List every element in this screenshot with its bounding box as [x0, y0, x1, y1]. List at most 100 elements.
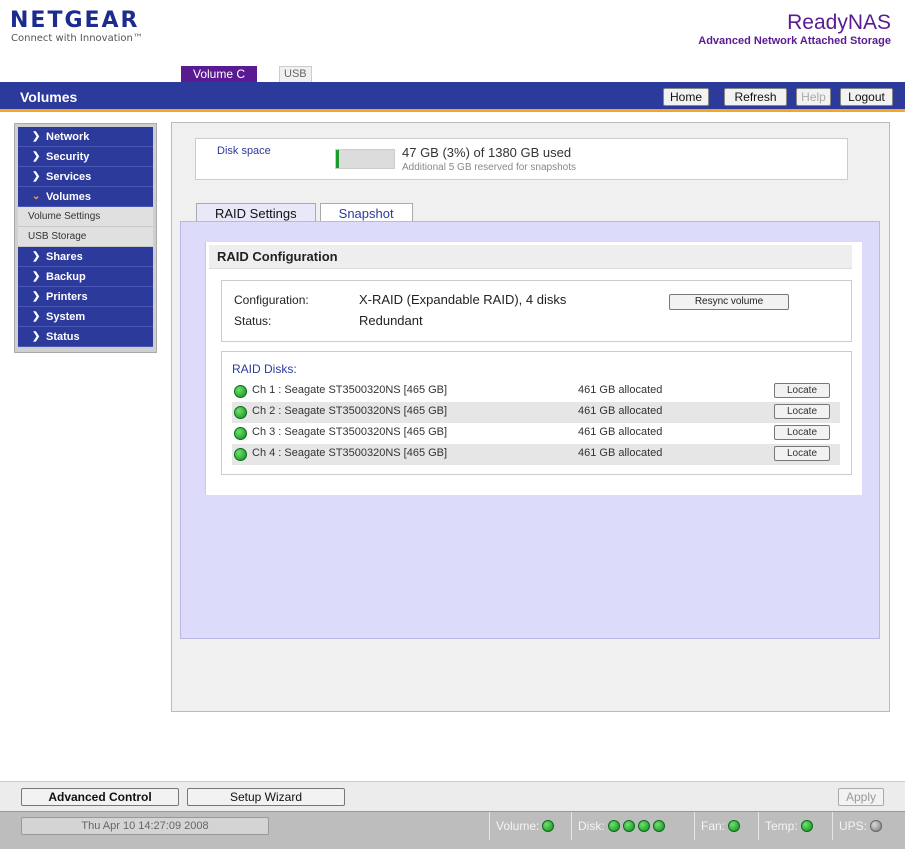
disk-status-led-icon	[234, 427, 247, 440]
disk-status-led-icon	[234, 406, 247, 419]
sidebar-item-backup[interactable]: ❯ Backup	[18, 267, 153, 287]
raid-config-section: Configuration: X-RAID (Expandable RAID),…	[221, 280, 852, 342]
chevron-right-icon: ❯	[32, 151, 41, 162]
sidebar-subitem-usb-storage[interactable]: USB Storage	[18, 227, 153, 247]
netgear-logo: NETGEAR	[10, 8, 140, 33]
raid-disks-title: RAID Disks:	[232, 362, 297, 376]
raid-configuration-box: RAID Configuration Configuration: X-RAID…	[205, 242, 862, 495]
header: NETGEAR Connect with Innovation™ ReadyNA…	[0, 0, 905, 83]
disk-allocated: 461 GB allocated	[578, 384, 663, 396]
disk-space-label: Disk space	[217, 145, 271, 157]
raid-configuration-heading: RAID Configuration	[209, 245, 852, 269]
ups-led-icon	[870, 820, 883, 832]
raid-disks-section: RAID Disks: Ch 1 : Seagate ST3500320NS […	[221, 351, 852, 475]
disk-1-led-icon	[607, 820, 620, 832]
settings-tabs: RAID Settings Snapshot	[196, 203, 417, 223]
tab-usb[interactable]: USB	[279, 66, 312, 83]
locate-button[interactable]: Locate	[774, 404, 830, 419]
locate-button[interactable]: Locate	[774, 425, 830, 440]
fan-led-icon	[728, 820, 741, 832]
disk-status-led-icon	[234, 385, 247, 398]
system-clock: Thu Apr 10 14:27:09 2008	[21, 817, 269, 835]
disk-4-led-icon	[652, 820, 665, 832]
disk-space-panel: Disk space 47 GB (3%) of 1380 GB used Ad…	[195, 138, 848, 180]
chevron-right-icon: ❯	[32, 131, 41, 142]
sidebar-subitem-volume-settings[interactable]: Volume Settings	[18, 207, 153, 227]
sidebar-item-network[interactable]: ❯ Network	[18, 127, 153, 147]
disk-row: Ch 3 : Seagate ST3500320NS [465 GB] 461 …	[232, 423, 840, 444]
apply-button[interactable]: Apply	[838, 788, 884, 806]
sidebar-item-status[interactable]: ❯ Status	[18, 327, 153, 347]
advanced-control-button[interactable]: Advanced Control	[21, 788, 179, 806]
configuration-label: Configuration:	[234, 293, 309, 307]
action-bar: Advanced Control Setup Wizard Apply	[0, 781, 905, 811]
temp-led-icon	[800, 820, 813, 832]
disk-3-led-icon	[637, 820, 650, 832]
product-subtitle: Advanced Network Attached Storage	[698, 35, 891, 47]
sidebar-item-security[interactable]: ❯ Security	[18, 147, 153, 167]
refresh-button[interactable]: Refresh	[724, 88, 787, 106]
disk-row: Ch 4 : Seagate ST3500320NS [465 GB] 461 …	[232, 444, 840, 465]
status-bar: Thu Apr 10 14:27:09 2008 Volume: Disk: F…	[0, 811, 905, 849]
disk-name: Ch 4 : Seagate ST3500320NS [465 GB]	[252, 447, 448, 459]
sidebar: ❯ Network ❯ Security ❯ Services ⌄ Volumes Vo…	[14, 123, 157, 353]
status-disk[interactable]: Disk:	[571, 812, 693, 840]
raid-settings-panel: RAID Configuration Configuration: X-RAID…	[180, 221, 880, 639]
logout-button[interactable]: Logout	[840, 88, 893, 106]
sidebar-item-volumes[interactable]: ⌄ Volumes	[18, 187, 153, 207]
locate-button[interactable]: Locate	[774, 446, 830, 461]
disk-name: Ch 1 : Seagate ST3500320NS [465 GB]	[252, 384, 448, 396]
disk-status-led-icon	[234, 448, 247, 461]
sidebar-item-services[interactable]: ❯ Services	[18, 167, 153, 187]
status-disk-label: Disk:	[578, 819, 605, 833]
disk-2-led-icon	[622, 820, 635, 832]
disk-row: Ch 1 : Seagate ST3500320NS [465 GB] 461 …	[232, 381, 840, 402]
disk-name: Ch 3 : Seagate ST3500320NS [465 GB]	[252, 426, 448, 438]
sidebar-item-shares[interactable]: ❯ Shares	[18, 247, 153, 267]
snapshot-reserve-note: Additional 5 GB reserved for snapshots	[402, 162, 576, 173]
help-button[interactable]: Help	[796, 88, 831, 106]
status-volume-label: Volume:	[496, 819, 540, 833]
chevron-right-icon: ❯	[32, 331, 41, 342]
disk-allocated: 461 GB allocated	[578, 405, 663, 417]
status-temp-label: Temp:	[765, 819, 798, 833]
status-ups[interactable]: UPS:	[832, 812, 905, 840]
chevron-down-icon: ⌄	[32, 191, 41, 202]
tab-volume-c[interactable]: Volume C	[181, 66, 258, 83]
chevron-right-icon: ❯	[32, 271, 41, 282]
chevron-right-icon: ❯	[32, 311, 41, 322]
sidebar-item-printers[interactable]: ❯ Printers	[18, 287, 153, 307]
main-content: Disk space 47 GB (3%) of 1380 GB used Ad…	[171, 122, 890, 712]
page-title: Volumes	[20, 89, 78, 105]
disk-usage-fill	[336, 150, 339, 168]
chevron-right-icon: ❯	[32, 251, 41, 262]
sidebar-item-system[interactable]: ❯ System	[18, 307, 153, 327]
disk-allocated: 461 GB allocated	[578, 426, 663, 438]
tagline: Connect with Innovation™	[11, 33, 143, 44]
tab-snapshot[interactable]: Snapshot	[319, 203, 413, 223]
status-label: Status:	[234, 314, 272, 328]
title-bar: Volumes Home Refresh Help Logout	[0, 82, 905, 112]
product-name: ReadyNAS	[787, 11, 891, 34]
disk-name: Ch 2 : Seagate ST3500320NS [465 GB]	[252, 405, 448, 417]
volume-tabs: Volume C USB	[181, 66, 334, 83]
disk-usage-summary: 47 GB (3%) of 1380 GB used	[402, 145, 572, 160]
volume-led-icon	[542, 820, 555, 832]
status-value: Redundant	[359, 313, 423, 328]
setup-wizard-button[interactable]: Setup Wizard	[187, 788, 345, 806]
status-volume[interactable]: Volume:	[489, 812, 571, 840]
configuration-value: X-RAID (Expandable RAID), 4 disks	[359, 292, 567, 307]
disk-usage-bar	[335, 149, 395, 169]
locate-button[interactable]: Locate	[774, 383, 830, 398]
chevron-right-icon: ❯	[32, 291, 41, 302]
home-button[interactable]: Home	[663, 88, 709, 106]
status-temp[interactable]: Temp:	[758, 812, 832, 840]
status-fan[interactable]: Fan:	[694, 812, 758, 840]
status-fan-label: Fan:	[701, 819, 726, 833]
status-ups-label: UPS:	[839, 819, 868, 833]
disk-row: Ch 2 : Seagate ST3500320NS [465 GB] 461 …	[232, 402, 840, 423]
tab-raid-settings[interactable]: RAID Settings	[196, 203, 316, 223]
disk-allocated: 461 GB allocated	[578, 447, 663, 459]
resync-volume-button[interactable]: Resync volume	[669, 294, 789, 310]
chevron-right-icon: ❯	[32, 171, 41, 182]
